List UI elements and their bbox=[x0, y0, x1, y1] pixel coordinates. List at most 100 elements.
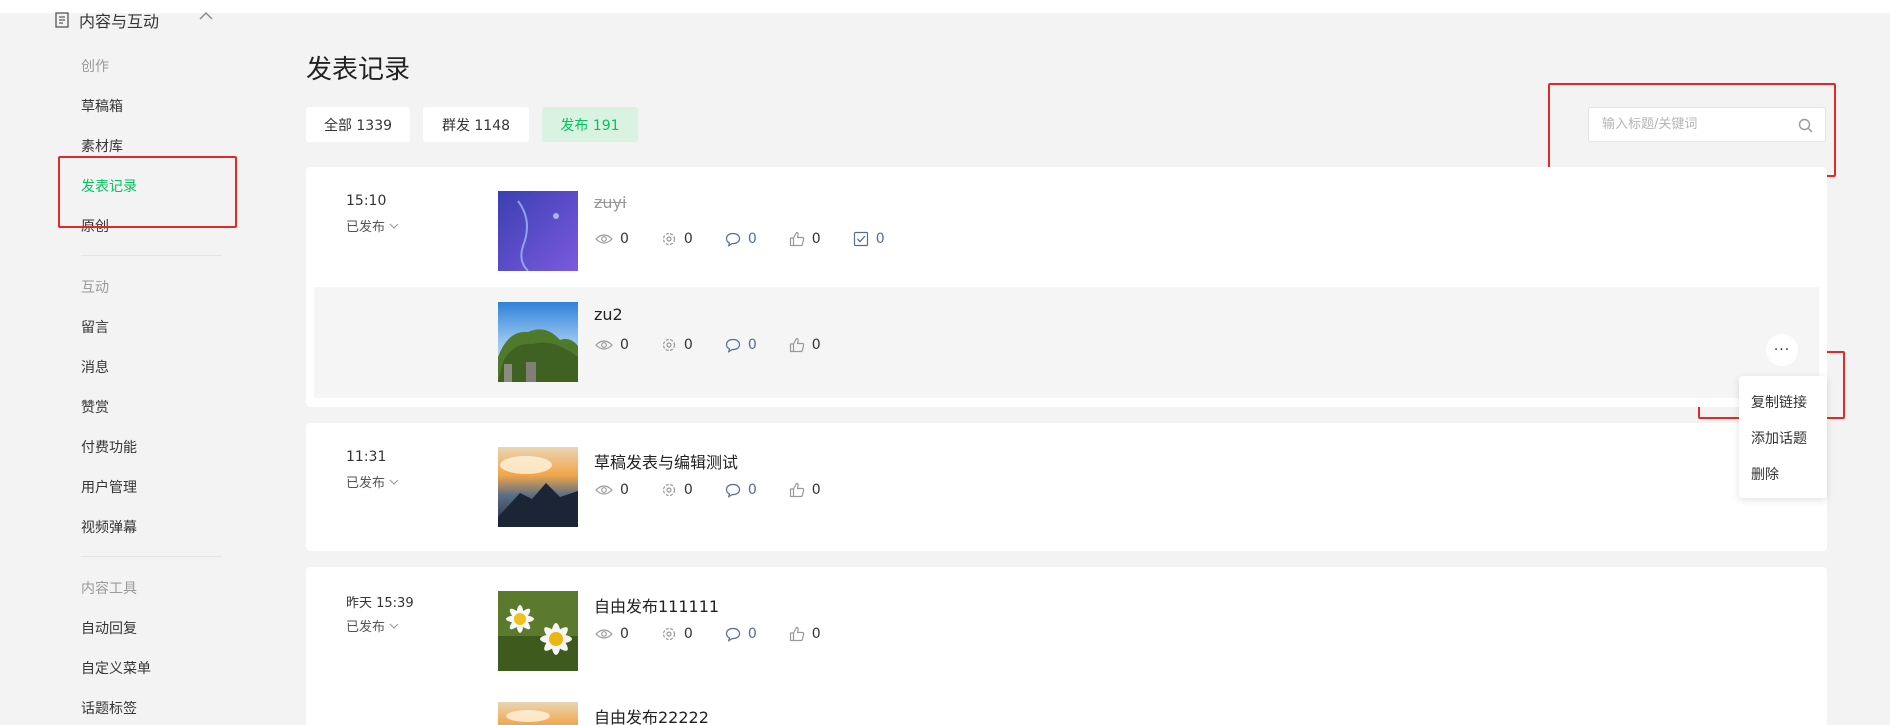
sidebar-item-materials[interactable]: 素材库 bbox=[81, 136, 123, 156]
stat-reads: 0 bbox=[595, 482, 629, 498]
sidebar-section-interact: 互动 bbox=[81, 280, 109, 296]
sidebar-divider bbox=[81, 255, 222, 256]
thumbs-up-icon bbox=[789, 626, 805, 642]
sidebar-item-rewards[interactable]: 赞赏 bbox=[81, 397, 109, 417]
eye-icon bbox=[595, 629, 613, 639]
stat-shares: 0 bbox=[661, 626, 693, 642]
chevron-down-icon bbox=[389, 623, 399, 629]
stat-shares-value: 0 bbox=[683, 337, 693, 353]
eye-icon bbox=[595, 340, 613, 350]
stat-comments-value: 0 bbox=[747, 626, 757, 642]
chevron-down-icon bbox=[389, 223, 399, 229]
article-thumbnail[interactable] bbox=[498, 302, 578, 382]
stat-reads-value: 0 bbox=[620, 231, 629, 247]
more-options-button[interactable]: ··· bbox=[1766, 334, 1798, 366]
stat-reads-value: 0 bbox=[620, 626, 629, 642]
stat-likes-value: 0 bbox=[811, 482, 821, 498]
stat-comments[interactable]: 0 bbox=[725, 482, 757, 498]
status-dropdown[interactable]: 已发布 bbox=[346, 616, 399, 635]
status-label: 已发布 bbox=[346, 620, 386, 635]
article-title[interactable]: 自由发布111111 bbox=[594, 593, 719, 617]
stat-shares: 0 bbox=[661, 482, 693, 498]
sidebar-section-tools: 内容工具 bbox=[81, 581, 137, 597]
article-thumbnail[interactable] bbox=[498, 447, 578, 527]
stat-comments[interactable]: 0 bbox=[725, 337, 757, 353]
stat-comments-value: 0 bbox=[747, 482, 757, 498]
sidebar-item-comments[interactable]: 留言 bbox=[81, 317, 109, 337]
context-menu: 复制链接 添加话题 删除 bbox=[1739, 376, 1827, 498]
sidebar-item-paid-features[interactable]: 付费功能 bbox=[81, 437, 137, 457]
tab-all[interactable]: 全部 1339 bbox=[306, 107, 410, 142]
stat-likes-value: 0 bbox=[811, 231, 821, 247]
article-thumbnail[interactable] bbox=[498, 591, 578, 671]
status-dropdown[interactable]: 已发布 bbox=[346, 216, 399, 235]
eye-icon bbox=[595, 234, 613, 244]
stat-comments[interactable]: 0 bbox=[725, 231, 757, 247]
chevron-up-icon[interactable] bbox=[198, 11, 214, 21]
article-stats: 0 0 0 0 bbox=[595, 336, 853, 354]
sidebar-item-user-management[interactable]: 用户管理 bbox=[81, 477, 137, 497]
stat-checks-value: 0 bbox=[875, 231, 885, 247]
tab-mass-send[interactable]: 群发 1148 bbox=[423, 107, 529, 142]
sidebar-section-create: 创作 bbox=[81, 59, 109, 75]
search-input[interactable] bbox=[1602, 117, 1782, 132]
stat-reads-value: 0 bbox=[620, 337, 629, 353]
article-thumbnail[interactable] bbox=[498, 702, 578, 725]
status-label: 已发布 bbox=[346, 220, 386, 235]
sidebar: 内容与互动 创作 草稿箱 素材库 发表记录 原创 互动 留言 消息 赞赏 付费功… bbox=[0, 0, 250, 725]
comment-icon bbox=[725, 232, 740, 247]
stat-likes-value: 0 bbox=[811, 626, 821, 642]
tab-publish[interactable]: 发布 191 bbox=[542, 107, 638, 142]
eye-icon bbox=[595, 485, 613, 495]
menu-item-delete[interactable]: 删除 bbox=[1751, 464, 1779, 484]
share-icon bbox=[662, 232, 676, 246]
article-stats: 0 0 0 0 0 bbox=[595, 230, 917, 248]
sidebar-item-messages[interactable]: 消息 bbox=[81, 357, 109, 377]
comment-icon bbox=[725, 483, 740, 498]
menu-item-add-topic[interactable]: 添加话题 bbox=[1751, 428, 1807, 448]
article-title[interactable]: zuyi bbox=[594, 193, 626, 212]
page-title: 发表记录 bbox=[306, 55, 411, 85]
article-stats: 0 0 0 0 bbox=[595, 481, 853, 499]
stat-shares-value: 0 bbox=[683, 231, 693, 247]
stat-likes: 0 bbox=[789, 337, 821, 353]
article-title[interactable]: 草稿发表与编辑测试 bbox=[594, 449, 738, 473]
checkbox-icon bbox=[853, 231, 868, 247]
search-box bbox=[1588, 107, 1826, 142]
sidebar-item-topic-tags[interactable]: 话题标签 bbox=[81, 698, 137, 718]
sidebar-item-custom-menu[interactable]: 自定义菜单 bbox=[81, 658, 151, 678]
stat-shares-value: 0 bbox=[683, 626, 693, 642]
article-stats: 0 0 0 0 bbox=[595, 625, 853, 643]
article-thumbnail[interactable] bbox=[498, 191, 578, 271]
share-icon bbox=[662, 338, 676, 352]
stat-reads: 0 bbox=[595, 231, 629, 247]
sidebar-item-drafts[interactable]: 草稿箱 bbox=[81, 96, 123, 116]
publish-time: 11:31 bbox=[346, 449, 387, 465]
status-dropdown[interactable]: 已发布 bbox=[346, 472, 399, 491]
stat-shares: 0 bbox=[661, 231, 693, 247]
stat-reads: 0 bbox=[595, 337, 629, 353]
comment-icon bbox=[725, 338, 740, 353]
stat-reads: 0 bbox=[595, 626, 629, 642]
top-bar bbox=[0, 0, 1890, 13]
sidebar-divider bbox=[81, 556, 222, 557]
menu-item-copy-link[interactable]: 复制链接 bbox=[1751, 392, 1807, 412]
document-icon bbox=[55, 12, 69, 28]
share-icon bbox=[662, 483, 676, 497]
sidebar-group-content-interaction[interactable]: 内容与互动 bbox=[55, 8, 213, 32]
search-icon[interactable] bbox=[1798, 118, 1813, 133]
stat-likes-value: 0 bbox=[811, 337, 821, 353]
stat-comments[interactable]: 0 bbox=[725, 626, 757, 642]
stat-checks[interactable]: 0 bbox=[853, 231, 885, 247]
article-title[interactable]: zu2 bbox=[594, 305, 623, 324]
stat-shares-value: 0 bbox=[683, 482, 693, 498]
stat-reads-value: 0 bbox=[620, 482, 629, 498]
status-label: 已发布 bbox=[346, 476, 386, 491]
thumbs-up-icon bbox=[789, 337, 805, 353]
share-icon bbox=[662, 627, 676, 641]
sidebar-item-auto-reply[interactable]: 自动回复 bbox=[81, 618, 137, 638]
article-title[interactable]: 自由发布22222 bbox=[594, 704, 709, 725]
sidebar-item-video-danmaku[interactable]: 视频弹幕 bbox=[81, 517, 137, 537]
comment-icon bbox=[725, 627, 740, 642]
stat-likes: 0 bbox=[789, 482, 821, 498]
